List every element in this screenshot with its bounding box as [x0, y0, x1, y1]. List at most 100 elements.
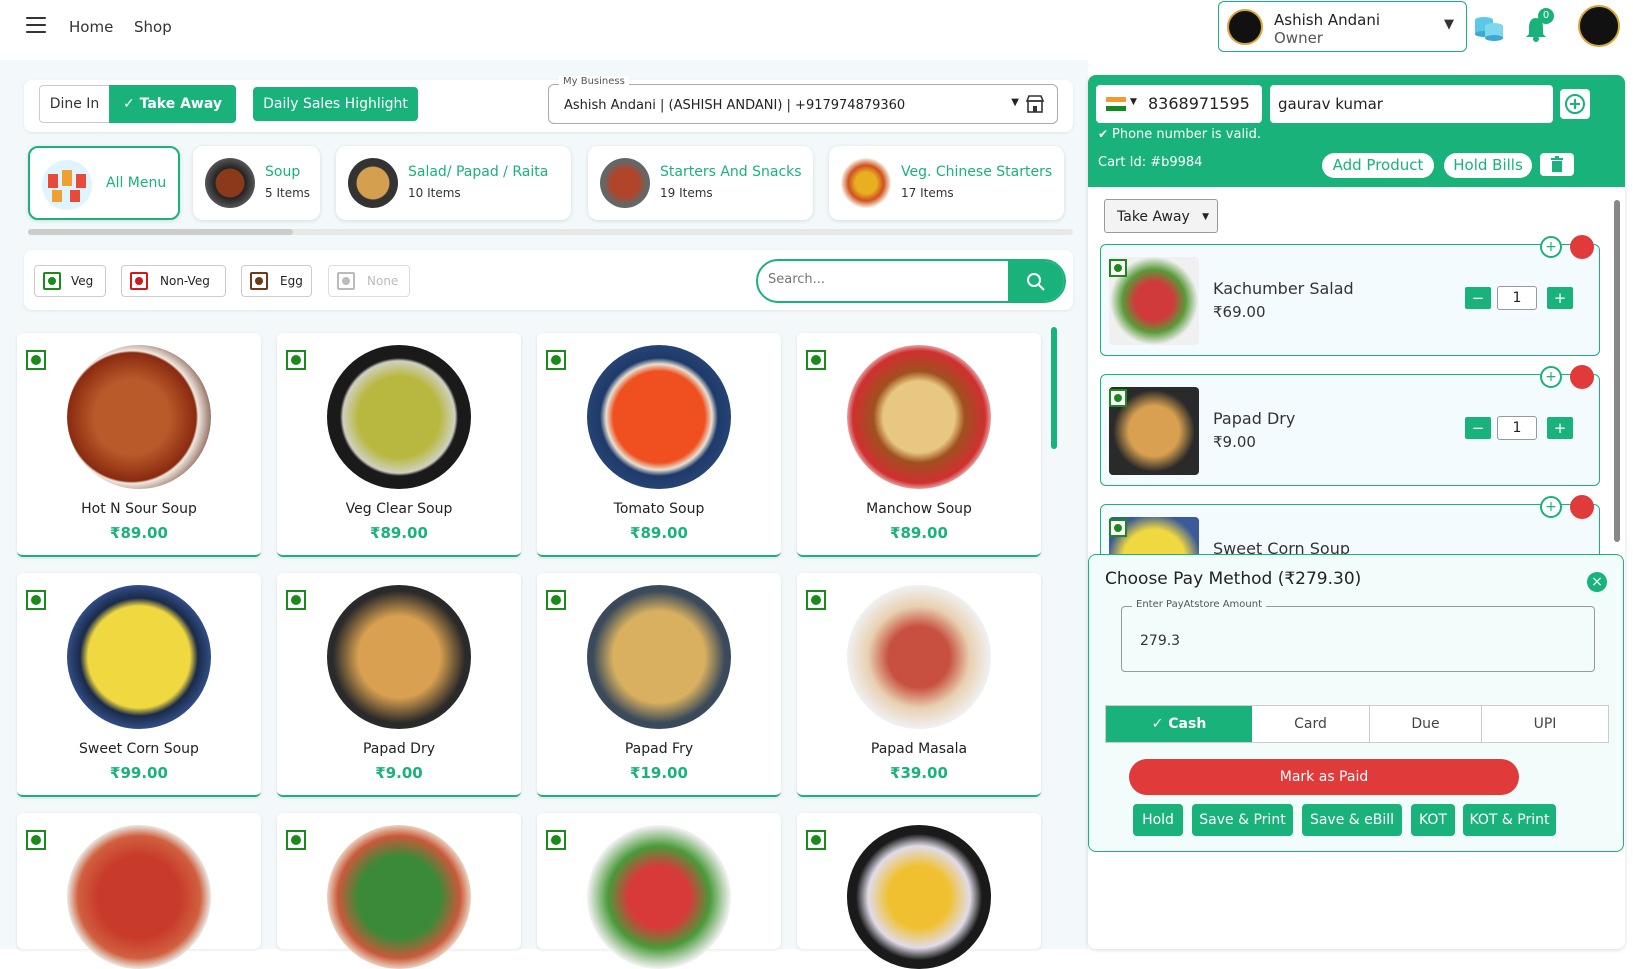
product-image [587, 345, 731, 489]
category-all-menu[interactable]: All Menu [28, 146, 180, 220]
veg-icon [806, 590, 826, 610]
kot-button[interactable]: KOT [1411, 804, 1455, 836]
product-card[interactable]: Manchow Soup ₹89.00 [797, 333, 1041, 557]
product-price: ₹89.00 [110, 524, 168, 542]
payment-dialog: Choose Pay Method (₹279.30) × Enter PayA… [1088, 554, 1624, 852]
product-scrollbar[interactable] [1051, 327, 1057, 449]
veg-icon [286, 590, 306, 610]
category-soup[interactable]: Soup 5 Items [193, 146, 320, 220]
add-note-icon[interactable]: + [1540, 236, 1562, 258]
save-print-button[interactable]: Save & Print [1192, 804, 1293, 836]
product-card[interactable]: Papad Dry ₹9.00 [277, 573, 521, 797]
product-name: Tomato Soup [613, 501, 705, 517]
decrease-qty-button[interactable]: − [1465, 417, 1491, 439]
add-note-icon[interactable]: + [1540, 366, 1562, 388]
product-card[interactable]: Veg Clear Soup ₹89.00 [277, 333, 521, 557]
filter-egg[interactable]: Egg [241, 265, 312, 297]
close-icon[interactable]: × [1587, 572, 1607, 592]
veg-icon [26, 350, 46, 370]
order-type-select[interactable]: Take Away ▼ [1104, 199, 1218, 233]
none-icon [337, 272, 355, 290]
product-card[interactable]: Sweet Corn Soup ₹99.00 [17, 573, 261, 797]
kot-print-button[interactable]: KOT & Print [1463, 804, 1556, 836]
category-salad-papad-raita[interactable]: Salad/ Papad / Raita 10 Items [336, 146, 571, 220]
filter-veg[interactable]: Veg [34, 265, 106, 297]
product-card[interactable] [797, 813, 1041, 969]
product-card[interactable] [17, 813, 261, 969]
hold-bills-button[interactable]: Hold Bills [1444, 153, 1532, 178]
product-image [587, 825, 731, 969]
qty-input[interactable]: 1 [1497, 416, 1537, 440]
veg-icon [1109, 389, 1127, 407]
qty-input[interactable]: 1 [1497, 286, 1537, 310]
add-note-icon[interactable]: + [1540, 496, 1562, 518]
phone-field[interactable]: ▼ 8368971595 [1096, 85, 1262, 123]
product-price: ₹89.00 [890, 524, 948, 542]
category-starters-snacks[interactable]: Starters And Snacks 19 Items [588, 146, 813, 220]
payatstore-amount-field[interactable]: Enter PayAtstore Amount 279.3 [1121, 599, 1595, 672]
product-name: Papad Fry [624, 741, 694, 757]
pay-method-card[interactable]: Card [1252, 706, 1370, 742]
pay-method-due[interactable]: Due [1370, 706, 1482, 742]
phone-value: 8368971595 [1148, 94, 1250, 113]
add-product-button[interactable]: Add Product [1322, 153, 1434, 178]
store-icon [1025, 95, 1045, 113]
increase-qty-button[interactable]: + [1547, 287, 1573, 309]
chevron-down-icon: ▼ [1130, 97, 1137, 107]
cart-item-price: ₹9.00 [1213, 433, 1256, 451]
product-image [67, 345, 211, 489]
filter-none[interactable]: None [328, 265, 410, 297]
search-input[interactable] [768, 272, 998, 287]
cart-item: Papad Dry ₹9.00 − 1 + [1100, 374, 1600, 486]
store-logo-avatar[interactable] [1578, 5, 1620, 47]
veg-icon [26, 590, 46, 610]
add-customer-button[interactable] [1560, 89, 1590, 119]
cart-scrollbar[interactable] [1614, 200, 1620, 542]
category-name: Starters And Snacks [660, 164, 802, 180]
business-value: Ashish Andani | (ASHISH ANDANI) | +91797… [564, 98, 906, 113]
delete-item-icon[interactable] [1570, 495, 1594, 519]
dropdown-arrow-icon: ▼ [1011, 97, 1019, 108]
user-dropdown[interactable]: Ashish Andani Owner ▼ [1218, 1, 1467, 52]
cart-id: Cart Id: #b9984 [1098, 155, 1203, 170]
category-veg-chinese-starters[interactable]: Veg. Chinese Starters 17 Items [829, 146, 1064, 220]
decrease-qty-button[interactable]: − [1465, 287, 1491, 309]
nav-shop[interactable]: Shop [134, 18, 172, 36]
india-flag-icon[interactable] [1106, 97, 1126, 111]
product-image [67, 825, 211, 969]
dine-in-button[interactable]: Dine In [39, 85, 110, 123]
pay-method-cash[interactable]: ✓ Cash [1106, 706, 1252, 742]
save-ebill-button[interactable]: Save & eBill [1302, 804, 1402, 836]
product-card[interactable]: Tomato Soup ₹89.00 [537, 333, 781, 557]
cart-item-price: ₹69.00 [1213, 303, 1266, 321]
product-card[interactable]: Papad Fry ₹19.00 [537, 573, 781, 797]
cart-item: Kachumber Salad ₹69.00 − 1 + [1100, 244, 1600, 356]
pay-method-upi[interactable]: UPI [1482, 706, 1608, 742]
delete-item-icon[interactable] [1570, 235, 1594, 259]
mark-as-paid-button[interactable]: Mark as Paid [1129, 759, 1519, 795]
category-scrollbar[interactable] [28, 229, 1073, 235]
clear-cart-button[interactable] [1540, 153, 1574, 176]
veg-icon [806, 350, 826, 370]
product-name: Veg Clear Soup [345, 501, 453, 517]
search-button[interactable] [1008, 261, 1064, 301]
product-image [847, 825, 991, 969]
product-card[interactable]: Hot N Sour Soup ₹89.00 [17, 333, 261, 557]
business-select[interactable]: My Business Ashish Andani | (ASHISH ANDA… [548, 76, 1058, 124]
product-card[interactable] [277, 813, 521, 969]
customer-name-field[interactable]: gaurav kumar [1270, 85, 1553, 123]
increase-qty-button[interactable]: + [1547, 417, 1573, 439]
user-role: Owner [1274, 29, 1323, 47]
category-count: 17 Items [901, 186, 954, 200]
hold-button[interactable]: Hold [1133, 804, 1183, 836]
daily-sales-highlight-button[interactable]: Daily Sales Highlight [253, 87, 418, 121]
filter-non-veg[interactable]: Non-Veg [121, 265, 226, 297]
take-away-button[interactable]: ✓ Take Away [109, 85, 236, 123]
product-card[interactable] [537, 813, 781, 969]
amount-value: 279.3 [1140, 633, 1181, 649]
hamburger-menu-icon[interactable] [26, 17, 46, 33]
nav-home[interactable]: Home [69, 18, 113, 36]
delete-item-icon[interactable] [1570, 365, 1594, 389]
product-card[interactable]: Papad Masala ₹39.00 [797, 573, 1041, 797]
coins-icon[interactable] [1474, 14, 1504, 42]
